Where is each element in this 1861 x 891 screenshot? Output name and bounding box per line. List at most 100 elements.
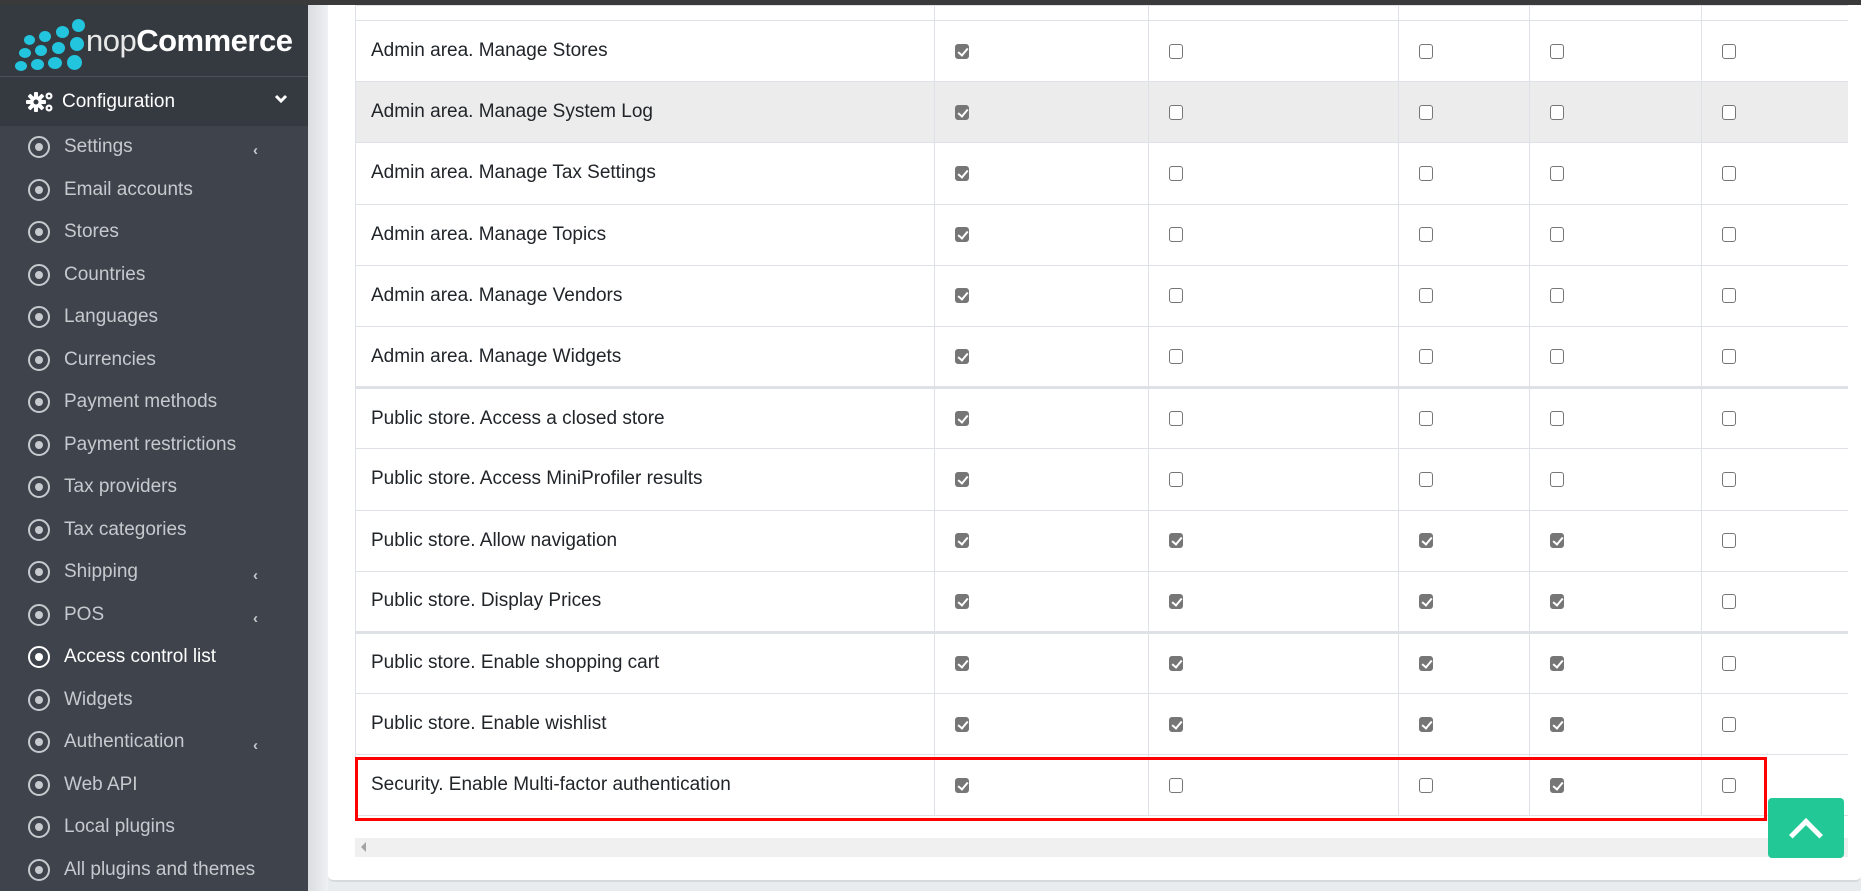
permission-checkbox[interactable]	[1722, 288, 1736, 304]
permission-checkbox[interactable]	[1419, 593, 1433, 609]
permission-checkbox[interactable]	[1419, 227, 1433, 243]
permission-checkbox[interactable]	[1419, 655, 1433, 671]
permission-checkbox[interactable]	[1169, 716, 1183, 732]
permission-cell	[934, 325, 1149, 389]
sidebar-item-stores[interactable]: Stores	[0, 211, 308, 254]
permission-checkbox[interactable]	[1550, 777, 1564, 793]
permission-checkbox[interactable]	[1722, 43, 1736, 59]
sidebar-item-authentication[interactable]: Authentication ‹	[0, 721, 308, 764]
permission-checkbox[interactable]	[1550, 104, 1564, 120]
sidebar-item-local-plugins[interactable]: Local plugins	[0, 806, 308, 849]
sidebar-item-all-plugins-and-themes[interactable]: All plugins and themes	[0, 849, 308, 891]
permission-checkbox[interactable]	[955, 349, 969, 365]
permission-checkbox[interactable]	[1419, 411, 1433, 427]
permission-checkbox[interactable]	[1550, 288, 1564, 304]
permission-checkbox[interactable]	[1169, 593, 1183, 609]
permission-checkbox[interactable]	[1722, 716, 1736, 732]
permission-checkbox[interactable]	[1419, 104, 1433, 120]
permission-checkbox[interactable]	[1550, 227, 1564, 243]
permission-checkbox[interactable]	[955, 104, 969, 120]
permission-checkbox[interactable]	[1169, 349, 1183, 365]
permission-checkbox[interactable]	[1169, 411, 1183, 427]
permission-checkbox[interactable]	[955, 288, 969, 304]
sidebar-item-widgets[interactable]: Widgets	[0, 679, 308, 722]
permission-checkbox[interactable]	[1722, 411, 1736, 427]
permission-checkbox[interactable]	[1169, 43, 1183, 59]
permission-checkbox[interactable]	[955, 716, 969, 732]
permission-checkbox[interactable]	[955, 227, 969, 243]
permission-cell	[934, 693, 1149, 756]
sidebar-item-countries[interactable]: Countries	[0, 254, 308, 297]
permission-checkbox[interactable]	[1722, 593, 1736, 609]
permission-checkbox[interactable]	[1419, 716, 1433, 732]
permission-name: Public store. Enable wishlist	[355, 693, 935, 756]
sidebar-item-payment-restrictions[interactable]: Payment restrictions	[0, 424, 308, 467]
sidebar-item-tax-providers[interactable]: Tax providers	[0, 466, 308, 509]
sidebar-item-web-api[interactable]: Web API	[0, 764, 308, 807]
permission-checkbox[interactable]	[1550, 471, 1564, 487]
permission-checkbox[interactable]	[1169, 655, 1183, 671]
permission-checkbox[interactable]	[1722, 104, 1736, 120]
permission-checkbox[interactable]	[1722, 227, 1736, 243]
circle-dot-icon	[28, 306, 50, 329]
sidebar-item-label: Payment methods	[64, 391, 218, 413]
permission-checkbox[interactable]	[955, 411, 969, 427]
permission-checkbox[interactable]	[1169, 288, 1183, 304]
permission-checkbox[interactable]	[1419, 777, 1433, 793]
permission-cell	[1398, 81, 1530, 144]
permission-checkbox[interactable]	[1419, 349, 1433, 365]
permission-checkbox[interactable]	[1722, 777, 1736, 793]
permission-checkbox[interactable]	[1550, 165, 1564, 181]
permission-checkbox[interactable]	[1169, 104, 1183, 120]
acl-table-container[interactable]: Admin area. Manage Stores Admin area. Man…	[355, 5, 1848, 816]
sidebar-item-email-accounts[interactable]: Email accounts	[0, 169, 308, 212]
permission-checkbox[interactable]	[1550, 411, 1564, 427]
sidebar-item-payment-methods[interactable]: Payment methods	[0, 381, 308, 424]
permission-checkbox[interactable]	[1419, 165, 1433, 181]
permission-checkbox[interactable]	[1419, 471, 1433, 487]
brand-logo[interactable]: nopCommerce	[0, 5, 308, 77]
permission-checkbox[interactable]	[1419, 533, 1433, 549]
permission-checkbox[interactable]	[1722, 533, 1736, 549]
permission-checkbox[interactable]	[1722, 349, 1736, 365]
sidebar-item-access-control-list[interactable]: Access control list	[0, 636, 308, 679]
sidebar-item-currencies[interactable]: Currencies	[0, 339, 308, 382]
permission-checkbox[interactable]	[955, 43, 969, 59]
permission-name: Admin area. Manage Stores	[355, 19, 935, 83]
sidebar-section-configuration[interactable]: Configuration	[0, 77, 308, 126]
sidebar-item-languages[interactable]: Languages	[0, 296, 308, 339]
permission-cell	[1529, 19, 1702, 83]
scroll-to-top-button[interactable]	[1768, 798, 1844, 858]
permission-cell	[1398, 630, 1530, 695]
permission-checkbox[interactable]	[1550, 43, 1564, 59]
permission-checkbox[interactable]	[955, 593, 969, 609]
sidebar-item-shipping[interactable]: Shipping ‹	[0, 551, 308, 594]
permission-checkbox[interactable]	[1169, 227, 1183, 243]
sidebar-item-settings[interactable]: Settings ‹	[0, 126, 308, 169]
permission-checkbox[interactable]	[1169, 777, 1183, 793]
permission-checkbox[interactable]	[1722, 471, 1736, 487]
scroll-left-arrow-icon[interactable]	[361, 842, 366, 852]
permission-checkbox[interactable]	[955, 165, 969, 181]
sidebar-item-tax-categories[interactable]: Tax categories	[0, 509, 308, 552]
permission-checkbox[interactable]	[1550, 349, 1564, 365]
sidebar-item-pos[interactable]: POS ‹	[0, 594, 308, 637]
permission-checkbox[interactable]	[1722, 655, 1736, 671]
permission-checkbox[interactable]	[1550, 716, 1564, 732]
horizontal-scrollbar[interactable]	[355, 838, 1848, 857]
permission-checkbox[interactable]	[1550, 655, 1564, 671]
permission-checkbox[interactable]	[1550, 533, 1564, 549]
permission-checkbox[interactable]	[1419, 288, 1433, 304]
brand-name: nopCommerce	[86, 22, 293, 58]
permission-checkbox[interactable]	[955, 777, 969, 793]
permission-checkbox[interactable]	[1419, 43, 1433, 59]
permission-checkbox[interactable]	[1722, 165, 1736, 181]
permission-cell	[1398, 142, 1530, 205]
permission-checkbox[interactable]	[955, 655, 969, 671]
permission-checkbox[interactable]	[1169, 165, 1183, 181]
permission-checkbox[interactable]	[1169, 533, 1183, 549]
permission-checkbox[interactable]	[955, 533, 969, 549]
permission-checkbox[interactable]	[1550, 593, 1564, 609]
permission-checkbox[interactable]	[955, 471, 969, 487]
permission-checkbox[interactable]	[1169, 471, 1183, 487]
